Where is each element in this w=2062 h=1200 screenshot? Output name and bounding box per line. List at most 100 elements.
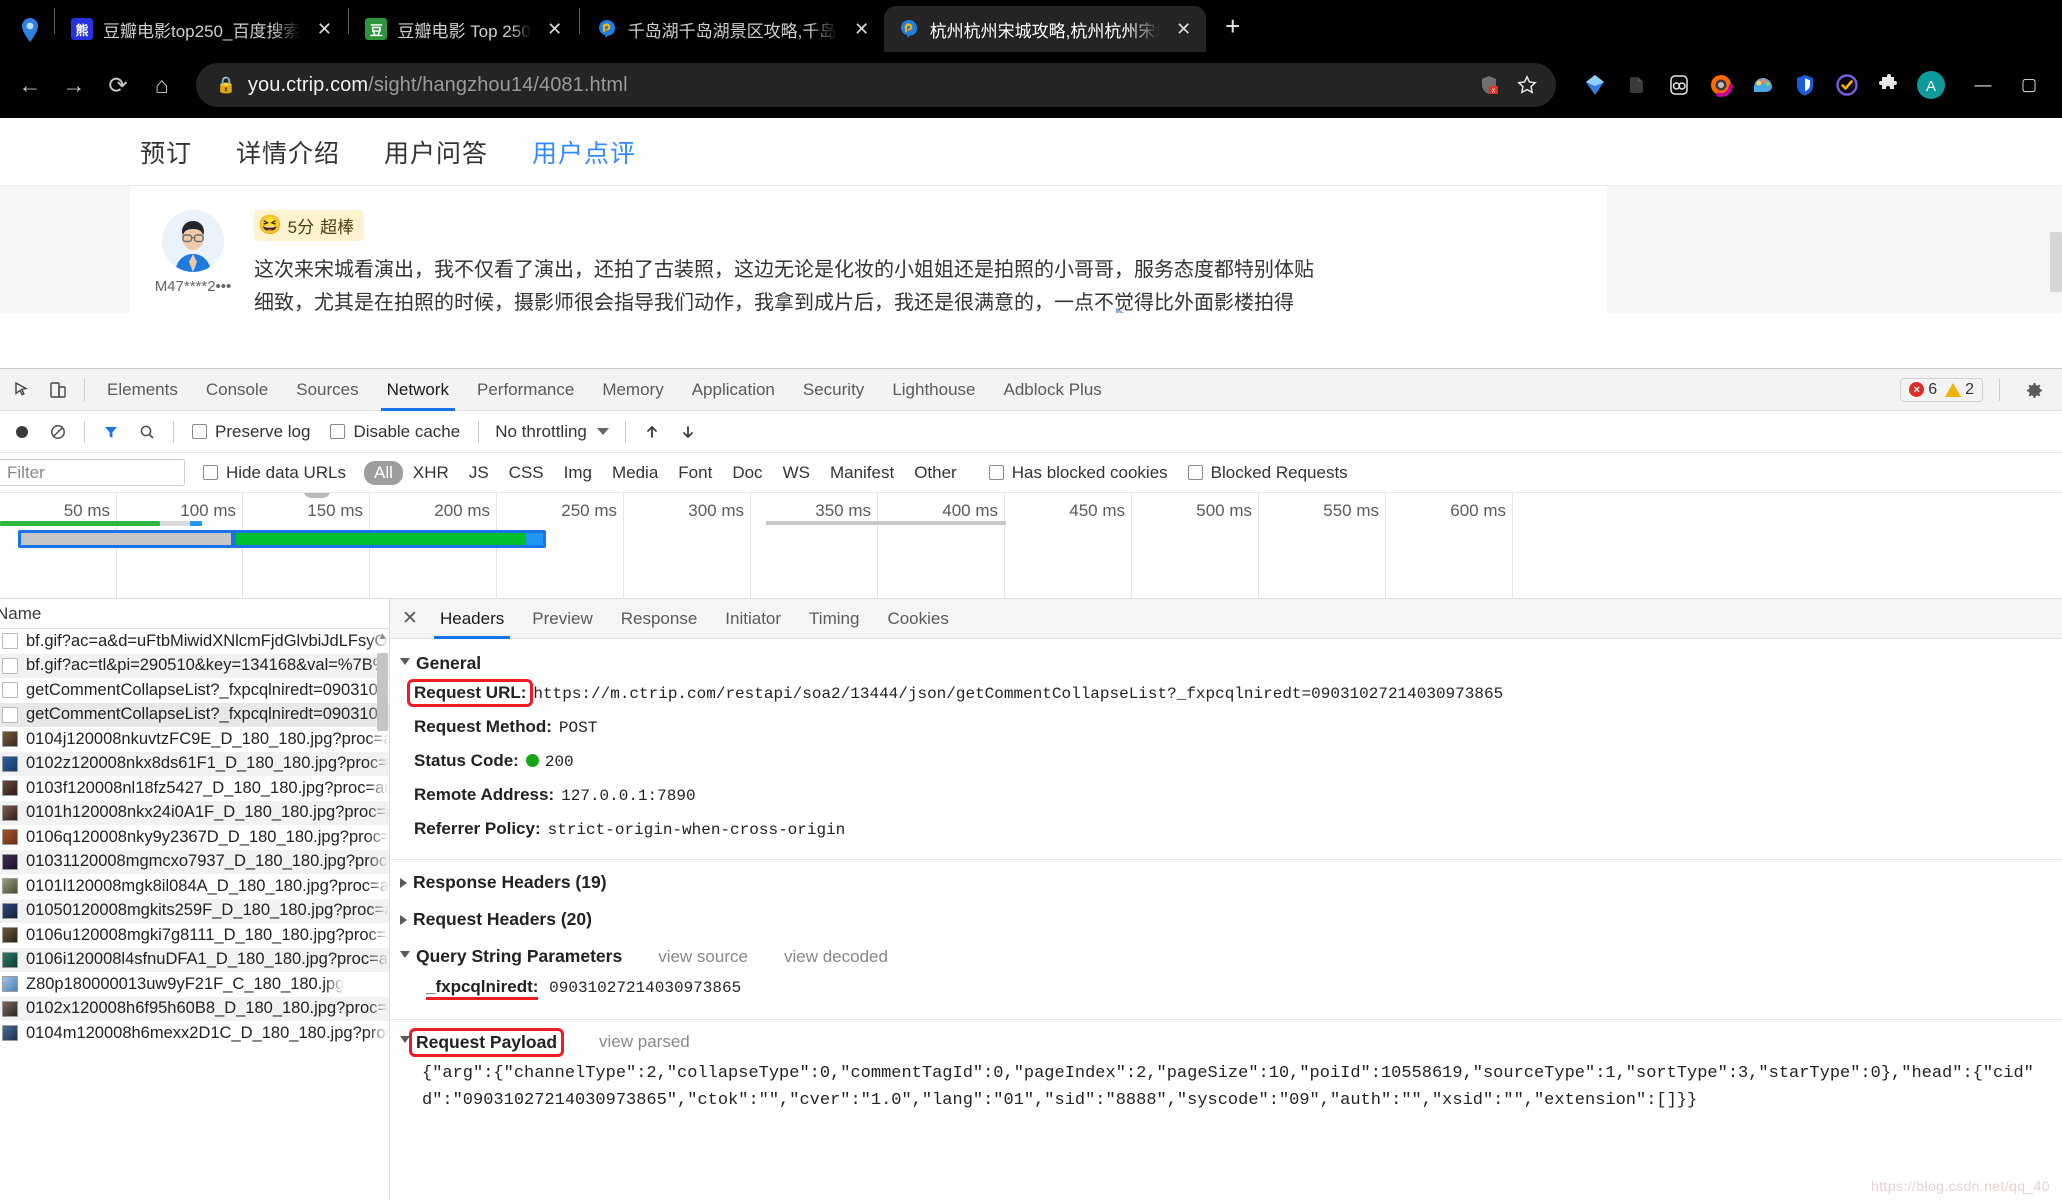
browser-tab-1[interactable]: 熊 豆瓣电影top250_百度搜索 ✕: [57, 6, 346, 52]
table-row[interactable]: 0106u120008mgki7g8111_D_180_180.jpg?proc…: [0, 923, 389, 948]
request-payload-section[interactable]: Request Payload view parsed: [400, 1027, 2062, 1057]
gear-icon[interactable]: [2016, 372, 2052, 408]
devtools-tab-elements[interactable]: Elements: [93, 369, 192, 411]
inspect-icon[interactable]: [4, 372, 40, 408]
devtools-tab-performance[interactable]: Performance: [463, 369, 588, 411]
site-nav-item-reviews[interactable]: 用户点评: [532, 134, 636, 170]
close-icon[interactable]: ✕: [394, 603, 426, 635]
back-icon[interactable]: ←: [10, 65, 50, 105]
table-row[interactable]: getCommentCollapseList?_fxpcqlniredt=090…: [0, 678, 389, 703]
table-row[interactable]: bf.gif?ac=a&d=uFtbMiwidXNlcmFjdGlvbiJdLF…: [0, 629, 389, 654]
site-nav-item-booking[interactable]: 预订: [140, 134, 192, 170]
detail-tab-timing[interactable]: Timing: [795, 599, 873, 639]
reload-icon[interactable]: ⟳: [98, 65, 138, 105]
devtools-tab-security[interactable]: Security: [789, 369, 878, 411]
table-row[interactable]: bf.gif?ac=tl&pi=290510&key=134168&val=%7…: [0, 653, 389, 678]
filter-type-ws[interactable]: WS: [773, 461, 820, 485]
table-row[interactable]: 01050120008mgkits259F_D_180_180.jpg?proc…: [0, 898, 389, 923]
devtools-tab-network[interactable]: Network: [373, 369, 463, 411]
filter-input[interactable]: Filter: [0, 459, 185, 486]
scrollbar-thumb[interactable]: [377, 653, 388, 731]
table-row[interactable]: 0103f120008nl18fz5427_D_180_180.jpg?proc…: [0, 776, 389, 801]
disable-cache-checkbox[interactable]: Disable cache: [320, 422, 470, 442]
request-list-scrollbar[interactable]: ▲: [377, 629, 388, 1200]
browser-tab-2-close-icon[interactable]: ✕: [541, 15, 569, 43]
export-har-icon[interactable]: [670, 414, 706, 450]
filter-type-all[interactable]: All: [364, 460, 403, 485]
throttling-select[interactable]: No throttling: [487, 422, 617, 442]
request-rows[interactable]: bf.gif?ac=a&d=uFtbMiwidXNlcmFjdGlvbiJdLF…: [0, 629, 389, 1200]
table-row[interactable]: 0101h120008nkx24i0A1F_D_180_180.jpg?proc…: [0, 800, 389, 825]
browser-tab-2[interactable]: 豆 豆瓣电影 Top 250 ✕: [351, 6, 576, 52]
bitwarden-shield-icon[interactable]: [1786, 66, 1824, 104]
filter-type-manifest[interactable]: Manifest: [820, 461, 904, 485]
import-har-icon[interactable]: [634, 414, 670, 450]
hide-data-urls-checkbox[interactable]: Hide data URLs: [193, 463, 356, 483]
general-section-header[interactable]: General: [400, 653, 2062, 674]
view-source-link[interactable]: view source: [658, 947, 748, 967]
devtools-tab-sources[interactable]: Sources: [282, 369, 372, 411]
devtools-tab-console[interactable]: Console: [192, 369, 282, 411]
filter-type-other[interactable]: Other: [904, 461, 967, 485]
pocket-icon[interactable]: [1660, 66, 1698, 104]
issues-counter[interactable]: × 6 2: [1900, 377, 1983, 402]
preserve-log-checkbox[interactable]: Preserve log: [182, 422, 320, 442]
request-list-header[interactable]: Name: [0, 599, 389, 629]
table-row[interactable]: 0101l120008mgk8il084A_D_180_180.jpg?proc…: [0, 874, 389, 899]
detail-tab-preview[interactable]: Preview: [518, 599, 606, 639]
bookmark-star-icon[interactable]: [1510, 68, 1544, 102]
blocked-requests-checkbox[interactable]: Blocked Requests: [1178, 463, 1358, 483]
browser-tab-4-active[interactable]: 杭州杭州宋城攻略,杭州杭州宋城 ✕: [883, 6, 1206, 52]
table-row[interactable]: 0102z120008nkx8ds61F1_D_180_180.jpg?proc…: [0, 751, 389, 776]
query-string-section[interactable]: Query String Parameters view source view…: [400, 946, 2062, 967]
browser-tab-1-close-icon[interactable]: ✕: [310, 15, 338, 43]
site-nav-item-details[interactable]: 详情介绍: [236, 134, 340, 170]
devtools-tab-application[interactable]: Application: [678, 369, 789, 411]
table-row-selected[interactable]: getCommentCollapseList?_fxpcqlniredt=090…: [0, 702, 389, 727]
detail-tab-response[interactable]: Response: [607, 599, 712, 639]
search-icon[interactable]: [129, 414, 165, 450]
scroll-up-arrow-icon[interactable]: ▲: [377, 631, 388, 642]
table-row[interactable]: Z80p180000013uw9yF21F_C_180_180.jpg: [0, 972, 389, 997]
table-row[interactable]: 0102x120008h6f95h60B8_D_180_180.jpg?proc…: [0, 996, 389, 1021]
filter-type-media[interactable]: Media: [602, 461, 668, 485]
site-nav-item-qa[interactable]: 用户问答: [384, 134, 488, 170]
todo-check-icon[interactable]: [1828, 66, 1866, 104]
filter-type-img[interactable]: Img: [554, 461, 602, 485]
browser-tab-4-close-icon[interactable]: ✕: [1170, 15, 1198, 43]
window-maximize-button[interactable]: ▢: [2006, 64, 2052, 106]
detail-tab-cookies[interactable]: Cookies: [873, 599, 962, 639]
table-row[interactable]: 01031120008mgmcxo7937_D_180_180.jpg?proc…: [0, 849, 389, 874]
filter-type-js[interactable]: JS: [459, 461, 499, 485]
page-scrollbar-thumb[interactable]: [2050, 232, 2062, 292]
filter-type-xhr[interactable]: XHR: [403, 461, 459, 485]
has-blocked-cookies-checkbox[interactable]: Has blocked cookies: [979, 463, 1178, 483]
device-toolbar-icon[interactable]: [40, 372, 76, 408]
new-tab-button[interactable]: +: [1212, 5, 1254, 47]
table-row[interactable]: 0106q120008nky9y2367D_D_180_180.jpg?proc…: [0, 825, 389, 850]
detail-tab-headers[interactable]: Headers: [426, 599, 518, 639]
devtools-tab-memory[interactable]: Memory: [588, 369, 677, 411]
evernote-icon[interactable]: [1618, 66, 1656, 104]
table-row[interactable]: 0106i120008l4sfnuDFA1_D_180_180.jpg?proc…: [0, 947, 389, 972]
table-row[interactable]: 0104m120008h6mexx2D1C_D_180_180.jpg?proc…: [0, 1021, 389, 1046]
network-overview-timeline[interactable]: 50 ms 100 ms 150 ms 200 ms 250 ms 300 ms…: [0, 493, 2062, 599]
response-headers-section[interactable]: Response Headers (19): [400, 872, 2062, 893]
devtools-tab-lighthouse[interactable]: Lighthouse: [878, 369, 989, 411]
filter-icon[interactable]: [93, 414, 129, 450]
forward-icon[interactable]: →: [54, 65, 94, 105]
palette-icon[interactable]: [1744, 66, 1782, 104]
puzzle-icon[interactable]: [1870, 66, 1908, 104]
table-row[interactable]: 0104j120008nkuvtzFC9E_D_180_180.jpg?proc…: [0, 727, 389, 752]
detail-tab-initiator[interactable]: Initiator: [711, 599, 795, 639]
clear-icon[interactable]: [40, 414, 76, 450]
home-icon[interactable]: ⌂: [142, 65, 182, 105]
camera-icon[interactable]: [1702, 66, 1740, 104]
filter-type-doc[interactable]: Doc: [722, 461, 772, 485]
filter-type-font[interactable]: Font: [668, 461, 722, 485]
request-headers-section[interactable]: Request Headers (20): [400, 909, 2062, 930]
profile-avatar-icon[interactable]: [8, 8, 52, 52]
devtools-tab-adblock-plus[interactable]: Adblock Plus: [990, 369, 1116, 411]
filter-type-css[interactable]: CSS: [499, 461, 554, 485]
view-decoded-link[interactable]: view decoded: [784, 947, 888, 967]
